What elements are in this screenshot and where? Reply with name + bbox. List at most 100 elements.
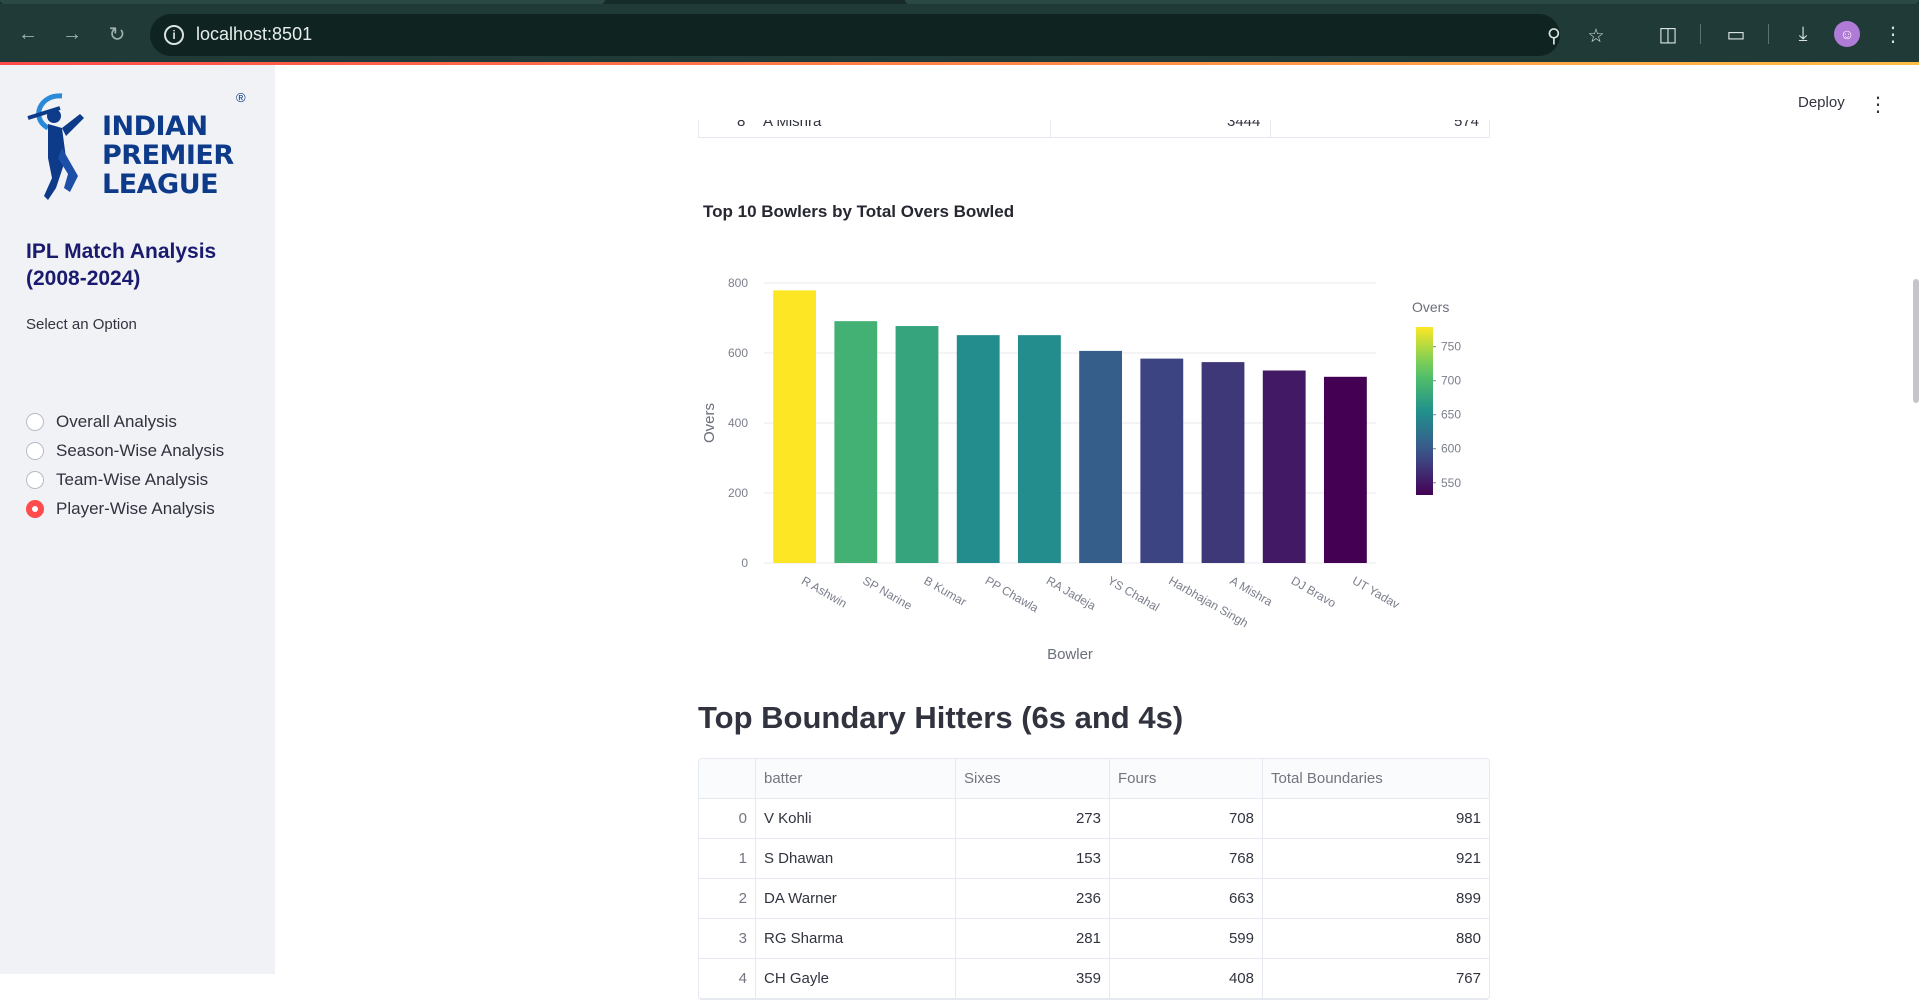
fours-cell[interactable]: 768 — [1110, 839, 1263, 878]
radio-option-overall[interactable]: Overall Analysis — [26, 410, 177, 434]
colorbar-tick-label: 550 — [1441, 476, 1461, 490]
address-bar[interactable]: i localhost:8501 ⚲ ☆ — [150, 14, 1605, 56]
extensions-icon[interactable]: ◫ — [1654, 20, 1682, 48]
main-menu-icon[interactable]: ⋮ — [1868, 92, 1888, 116]
app-decoration-bar — [0, 62, 1919, 65]
radio-button[interactable] — [26, 442, 44, 460]
bar — [1323, 376, 1367, 563]
section-heading: Top Boundary Hitters (6s and 4s) — [698, 700, 1184, 735]
radio-label: Player-Wise Analysis — [56, 499, 215, 518]
batter-cell[interactable]: V Kohli — [756, 799, 956, 838]
bar — [895, 326, 939, 563]
browser-toolbar: ← → ↻ i localhost:8501 ⚲ ☆ ◫ ▭ ⤓ ☺ ⋮ — [0, 0, 1919, 64]
radio-label: Overall Analysis — [56, 412, 177, 431]
url-text[interactable]: localhost:8501 — [196, 24, 312, 45]
forward-arrow-icon[interactable]: → — [56, 18, 88, 50]
radio-option-team[interactable]: Team-Wise Analysis — [26, 468, 208, 492]
overs-table-partial: 8 A Mishra 3444 574 — [698, 120, 1490, 138]
bowlers-bar-chart[interactable]: 0 200 400 600 800 R Ashwin SP Narine B Kumar PP … — [690, 255, 1490, 675]
zoom-icon[interactable]: ⚲ — [1542, 24, 1566, 48]
bar — [834, 321, 878, 563]
radio-button[interactable] — [26, 471, 44, 489]
bar — [1201, 362, 1245, 563]
table-row[interactable]: 1 S Dhawan 153 768 921 — [699, 839, 1489, 879]
table-row[interactable]: 4 CH Gayle 359 408 767 — [699, 959, 1489, 999]
colorbar-tick-label: 700 — [1441, 374, 1461, 388]
sixes-cell[interactable]: 153 — [956, 839, 1110, 878]
total-cell[interactable]: 981 — [1263, 799, 1489, 838]
y-tick-label: 0 — [741, 556, 748, 570]
y-tick-label: 200 — [728, 486, 748, 500]
fours-cell[interactable]: 599 — [1110, 919, 1263, 958]
logo-word-3: LEAGUE — [102, 169, 219, 200]
sixes-cell[interactable]: 359 — [956, 959, 1110, 998]
total-cell[interactable]: 880 — [1263, 919, 1489, 958]
x-tick-label: SP Narine — [860, 573, 914, 613]
table-row[interactable]: 2 DA Warner 236 663 899 — [699, 879, 1489, 919]
table-row[interactable]: 0 V Kohli 273 708 981 — [699, 799, 1489, 839]
cast-icon[interactable]: ▭ — [1722, 20, 1750, 48]
fours-cell[interactable]: 408 — [1110, 959, 1263, 998]
x-tick-label: PP Chawla — [983, 573, 1042, 615]
bookmark-star-icon[interactable]: ☆ — [1584, 24, 1608, 48]
logo-word-2: PREMIER — [102, 140, 234, 171]
total-cell[interactable]: 899 — [1263, 879, 1489, 918]
y-tick-label: 400 — [728, 416, 748, 430]
fours-cell[interactable]: 663 — [1110, 879, 1263, 918]
radio-label: Team-Wise Analysis — [56, 470, 209, 489]
total-cell[interactable]: 921 — [1263, 839, 1489, 878]
radio-option-player[interactable]: Player-Wise Analysis — [26, 497, 215, 521]
profile-avatar[interactable]: ☺ — [1834, 21, 1860, 47]
column-header[interactable]: Fours — [1110, 759, 1263, 798]
more-vert-icon[interactable]: ⋮ — [1879, 20, 1907, 48]
table-cell-value: 574 — [1454, 120, 1480, 130]
page-scrollbar[interactable] — [1913, 279, 1919, 403]
select-label: Select an Option — [26, 316, 137, 333]
chart-title: Top 10 Bowlers by Total Overs Bowled — [703, 202, 1015, 221]
column-header[interactable] — [699, 759, 756, 798]
colorbar-title: Overs — [1412, 299, 1449, 315]
table-cell-value: 3444 — [1227, 120, 1261, 130]
batter-cell[interactable]: RG Sharma — [756, 919, 956, 958]
total-cell[interactable]: 767 — [1263, 959, 1489, 998]
y-tick-label: 800 — [728, 276, 748, 290]
colorbar-tick-label: 650 — [1441, 408, 1461, 422]
radio-button-selected[interactable] — [26, 500, 44, 518]
x-tick-label: DJ Bravo — [1289, 573, 1339, 610]
back-arrow-icon[interactable]: ← — [12, 18, 44, 50]
table-cell-name: A Mishra — [763, 120, 822, 130]
table-header-row: batter Sixes Fours Total Boundaries — [699, 759, 1489, 799]
x-tick-label: A Mishra — [1228, 573, 1276, 609]
batter-cell[interactable]: S Dhawan — [756, 839, 956, 878]
x-axis-title: Bowler — [1047, 646, 1093, 663]
radio-button[interactable] — [26, 413, 44, 431]
ipl-logo: INDIAN PREMIER LEAGUE ® — [22, 88, 252, 203]
reload-icon[interactable]: ↻ — [101, 18, 133, 50]
row-index: 0 — [699, 799, 756, 838]
y-axis-title: Overs — [701, 403, 718, 443]
column-header[interactable]: Total Boundaries — [1263, 759, 1489, 798]
radio-option-season[interactable]: Season-Wise Analysis — [26, 439, 224, 463]
fours-cell[interactable]: 708 — [1110, 799, 1263, 838]
boundary-table[interactable]: batter Sixes Fours Total Boundaries 0 V … — [698, 758, 1490, 1000]
row-index: 3 — [699, 919, 756, 958]
download-icon[interactable]: ⤓ — [1789, 20, 1817, 48]
batter-cell[interactable]: CH Gayle — [756, 959, 956, 998]
sixes-cell[interactable]: 236 — [956, 879, 1110, 918]
column-header[interactable]: batter — [756, 759, 956, 798]
tab-strip — [0, 0, 1919, 4]
bar — [1140, 358, 1184, 563]
site-info-icon[interactable]: i — [164, 25, 184, 45]
sixes-cell[interactable]: 273 — [956, 799, 1110, 838]
colorbar-tick-label: 750 — [1441, 340, 1461, 354]
sixes-cell[interactable]: 281 — [956, 919, 1110, 958]
deploy-button[interactable]: Deploy — [1798, 94, 1845, 111]
registered-mark: ® — [236, 90, 246, 105]
row-index: 2 — [699, 879, 756, 918]
x-tick-label: B Kumar — [922, 573, 969, 608]
bar — [1262, 370, 1306, 563]
column-header[interactable]: Sixes — [956, 759, 1110, 798]
colorbar — [1416, 327, 1433, 495]
batter-cell[interactable]: DA Warner — [756, 879, 956, 918]
table-row[interactable]: 3 RG Sharma 281 599 880 — [699, 919, 1489, 959]
